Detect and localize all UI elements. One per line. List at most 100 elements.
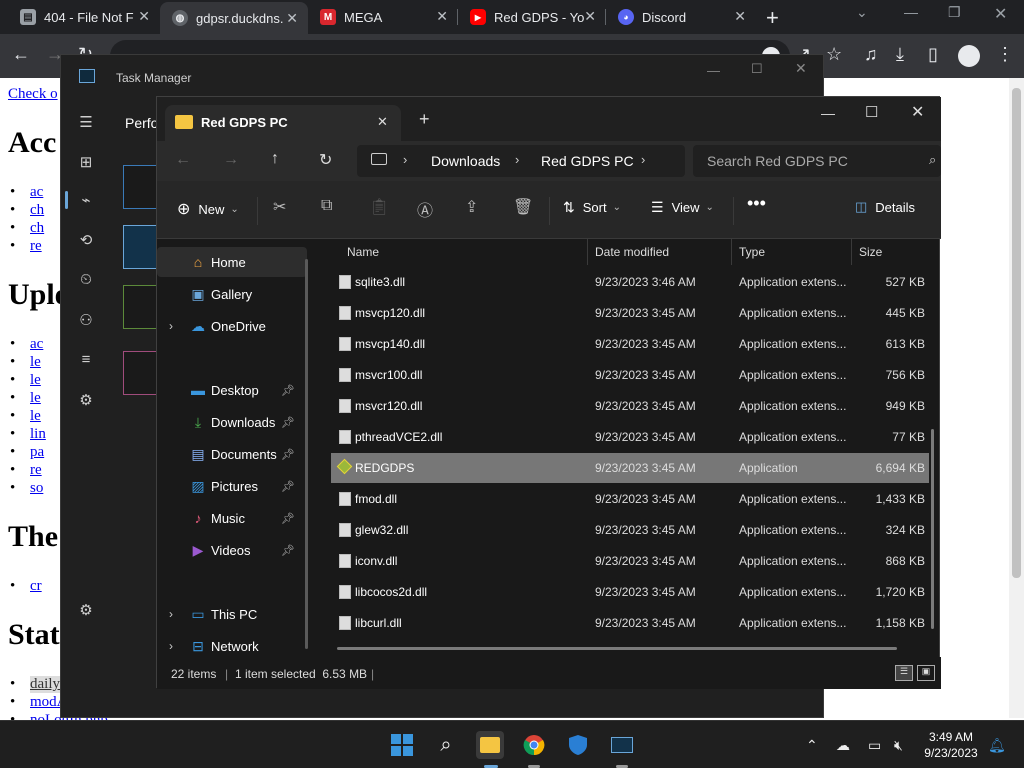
pin-icon[interactable]: 📌︎ — [281, 384, 295, 397]
page-link[interactable]: le — [10, 372, 41, 389]
chrome-taskbar-icon[interactable] — [520, 731, 548, 759]
page-link[interactable]: so — [9, 480, 43, 497]
up-arrow-icon[interactable]: ↑ — [271, 150, 279, 168]
sort-button[interactable]: ⇅ Sort ⌄ — [563, 199, 621, 216]
startup-apps-icon[interactable]: ⏲ — [77, 271, 95, 289]
new-tab-plus-icon[interactable]: + — [419, 109, 430, 130]
monitor-icon[interactable]: ▭ — [868, 737, 881, 754]
users-icon[interactable]: ⚇ — [77, 311, 95, 329]
close-window-icon[interactable]: ✕ — [911, 102, 924, 122]
page-link[interactable]: pa — [10, 444, 44, 461]
maximize-icon[interactable]: ❐ — [948, 4, 961, 21]
share-icon[interactable]: ⇪ — [465, 197, 478, 217]
column-header-size[interactable]: Size — [859, 245, 882, 259]
minimize-icon[interactable]: — — [707, 63, 720, 78]
close-tab-icon[interactable]: ✕ — [286, 10, 298, 27]
file-explorer-taskbar-icon[interactable] — [476, 731, 504, 759]
file-row[interactable]: msvcr120.dll 9/23/2023 3:45 AM Application… — [331, 391, 929, 421]
file-row[interactable]: pthreadVCE2.dll 9/23/2023 3:45 AM Applicat… — [331, 422, 929, 452]
page-link[interactable]: ch — [10, 220, 44, 237]
close-window-icon[interactable]: ✕ — [994, 4, 1007, 24]
breadcrumb-red-gdps-pc[interactable]: Red GDPS PC — [541, 153, 634, 169]
hamburger-menu-icon[interactable]: ☰ — [77, 113, 95, 131]
file-row[interactable]: libcocos2d.dll 9/23/2023 3:45 AM Applicati… — [331, 577, 929, 607]
file-row[interactable]: REDGDPS 9/23/2023 3:45 AM Application 6,694… — [331, 453, 929, 483]
close-tab-icon[interactable]: ✕ — [138, 8, 150, 25]
profile-avatar-icon[interactable] — [958, 45, 980, 67]
nav-videos[interactable]: ▶ Videos 📌︎ — [157, 535, 307, 565]
nav-home[interactable]: ⌂ Home — [157, 247, 307, 277]
pin-icon[interactable]: 📌︎ — [281, 480, 295, 493]
chrome-menu-icon[interactable]: ⋮ — [996, 44, 1014, 65]
cpu-graph-thumbnail[interactable] — [123, 165, 157, 209]
check-link[interactable]: Check o — [8, 86, 58, 103]
file-row[interactable]: msvcp140.dll 9/23/2023 3:45 AM Application… — [331, 329, 929, 359]
close-tab-icon[interactable]: ✕ — [436, 8, 448, 25]
notification-bell-icon[interactable]: 🔔︎ — [988, 737, 1006, 754]
pin-icon[interactable]: 📌︎ — [281, 448, 295, 461]
page-link[interactable]: le — [10, 408, 41, 425]
download-icon[interactable]: ⤓ — [896, 44, 904, 65]
app-history-icon[interactable]: ⟲ — [77, 231, 95, 249]
gpu-graph-thumbnail[interactable] — [123, 351, 157, 395]
breadcrumb-downloads[interactable]: Downloads — [431, 153, 500, 169]
page-link[interactable]: le — [10, 390, 41, 407]
page-link[interactable]: ch — [10, 202, 44, 219]
details-view-icon[interactable]: ☰ — [895, 665, 913, 681]
bookmark-star-icon[interactable]: ☆ — [826, 44, 842, 65]
pin-icon[interactable]: 📌︎ — [281, 416, 295, 429]
browser-tab-404[interactable]: ▤ 404 - File Not F ✕ — [8, 0, 160, 34]
tab-search-chevron-icon[interactable]: ⌄ — [856, 4, 868, 21]
pin-icon[interactable]: 📌︎ — [281, 544, 295, 557]
close-icon[interactable]: ✕ — [795, 60, 807, 77]
refresh-icon[interactable]: ↻ — [319, 150, 332, 170]
task-manager-taskbar-icon[interactable] — [608, 731, 636, 759]
nav-downloads[interactable]: ⤓ Downloads 📌︎ — [157, 407, 307, 437]
file-list-horizontal-scrollbar[interactable] — [337, 647, 897, 650]
new-tab-plus-icon[interactable]: + — [766, 5, 779, 31]
nav-gallery[interactable]: ▣ Gallery — [157, 279, 307, 309]
back-arrow-icon[interactable]: ← — [175, 151, 191, 169]
page-link[interactable]: ac — [9, 184, 43, 201]
copy-icon[interactable]: ⧉ — [321, 197, 332, 215]
column-header-name[interactable]: Name — [347, 245, 379, 259]
browser-tab-youtube[interactable]: ▶ Red GDPS - Yo ✕ — [458, 0, 606, 34]
file-row[interactable]: iconv.dll 9/23/2023 3:45 AM Application ex… — [331, 546, 929, 576]
column-header-type[interactable]: Type — [739, 245, 765, 259]
defender-shield-icon[interactable] — [564, 731, 592, 759]
view-button[interactable]: ☰ View ⌄ — [651, 199, 714, 216]
minimize-icon[interactable]: — — [904, 4, 918, 20]
clock[interactable]: 3:49 AM 9/23/2023 — [918, 729, 984, 761]
media-control-icon[interactable]: ♫ — [864, 44, 878, 65]
file-row[interactable]: msvcp120.dll 9/23/2023 3:45 AM Application… — [331, 298, 929, 328]
page-link[interactable]: re — [11, 462, 42, 479]
explorer-tab[interactable]: Red GDPS PC ✕ — [165, 105, 401, 141]
page-link[interactable]: lin — [10, 426, 46, 443]
minimize-icon[interactable]: — — [821, 105, 835, 121]
nav-pane-scrollbar[interactable] — [305, 259, 308, 649]
back-arrow-icon[interactable]: ← — [12, 44, 30, 65]
nav-music[interactable]: ♪ Music 📌︎ — [157, 503, 307, 533]
rename-icon[interactable]: Ⓐ — [417, 197, 433, 221]
paste-icon[interactable]: 📋︎ — [369, 197, 389, 217]
search-box[interactable]: Search Red GDPS PC ⌕ — [693, 145, 941, 177]
nav-this-pc[interactable]: › ▭ This PC — [157, 599, 307, 629]
side-panel-icon[interactable]: ▯ — [928, 44, 938, 65]
nav-documents[interactable]: ▤ Documents 📌︎ — [157, 439, 307, 469]
file-row[interactable]: glew32.dll 9/23/2023 3:45 AM Application e… — [331, 515, 929, 545]
nav-pictures[interactable]: ▨ Pictures 📌︎ — [157, 471, 307, 501]
details-pane-button[interactable]: ◫ Details — [855, 199, 915, 215]
settings-icon[interactable]: ⚙ — [77, 601, 95, 619]
nav-onedrive[interactable]: › ☁ OneDrive — [157, 311, 307, 341]
volume-muted-icon[interactable]: 🔇︎ — [894, 737, 903, 754]
close-tab-icon[interactable]: ✕ — [584, 8, 596, 25]
page-link[interactable]: le — [10, 354, 41, 371]
search-icon[interactable]: ⌕ — [432, 731, 460, 759]
cut-icon[interactable]: ✂ — [273, 197, 286, 217]
address-breadcrumb[interactable]: › Downloads › Red GDPS PC › — [357, 145, 685, 177]
file-row[interactable]: msvcr100.dll 9/23/2023 3:45 AM Application… — [331, 360, 929, 390]
details-icon[interactable]: ≡ — [77, 351, 95, 369]
new-button[interactable]: ⊕ New ⌄ — [177, 199, 239, 219]
chevron-right-icon[interactable]: › — [169, 319, 173, 333]
pin-icon[interactable]: 📌︎ — [281, 512, 295, 525]
